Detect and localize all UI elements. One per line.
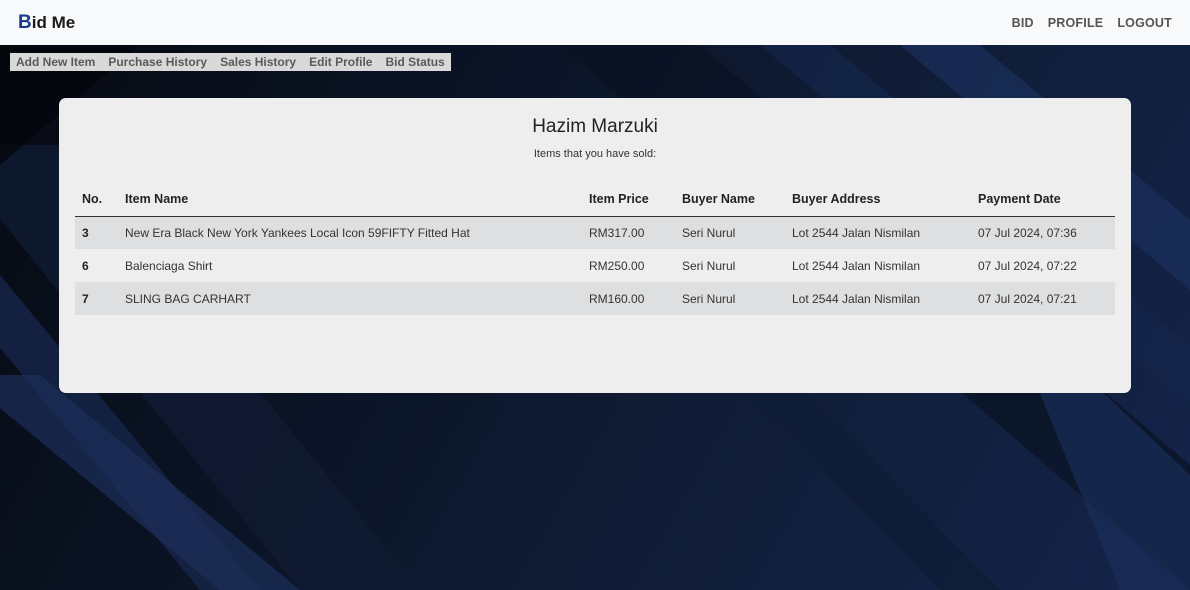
header-payment-date: Payment Date: [971, 182, 1115, 217]
cell-no: 3: [75, 216, 118, 249]
cell-item-name: Balenciaga Shirt: [118, 249, 582, 282]
header-no: No.: [75, 182, 118, 217]
cell-buyer-address: Lot 2544 Jalan Nismilan: [785, 282, 971, 315]
cell-item-name: New Era Black New York Yankees Local Ico…: [118, 216, 582, 249]
cell-item-price: RM250.00: [582, 249, 675, 282]
cell-item-price: RM160.00: [582, 282, 675, 315]
table-row: 7 SLING BAG CARHART RM160.00 Seri Nurul …: [75, 282, 1115, 315]
cell-buyer-name: Seri Nurul: [675, 249, 785, 282]
cell-no: 7: [75, 282, 118, 315]
nav-profile-link[interactable]: PROFILE: [1048, 16, 1104, 30]
header-item-name: Item Name: [118, 182, 582, 217]
submenu-sales-history[interactable]: Sales History: [220, 55, 296, 69]
table-header-row: No. Item Name Item Price Buyer Name Buye…: [75, 182, 1115, 217]
top-navbar: B id Me BID PROFILE LOGOUT: [0, 0, 1190, 45]
brand-name: id Me: [31, 12, 76, 32]
sales-history-card: Hazim Marzuki Items that you have sold: …: [59, 98, 1131, 393]
submenu-edit-profile[interactable]: Edit Profile: [309, 55, 372, 69]
cell-payment-date: 07 Jul 2024, 07:22: [971, 249, 1115, 282]
cell-payment-date: 07 Jul 2024, 07:21: [971, 282, 1115, 315]
nav-bid-link[interactable]: BID: [1012, 16, 1034, 30]
header-buyer-address: Buyer Address: [785, 182, 971, 217]
cell-payment-date: 07 Jul 2024, 07:36: [971, 216, 1115, 249]
cell-buyer-name: Seri Nurul: [675, 282, 785, 315]
top-nav: BID PROFILE LOGOUT: [1012, 16, 1172, 30]
sales-table: No. Item Name Item Price Buyer Name Buye…: [75, 182, 1115, 315]
cell-no: 6: [75, 249, 118, 282]
brand-initial: B: [18, 11, 32, 33]
submenu-purchase-history[interactable]: Purchase History: [108, 55, 207, 69]
header-item-price: Item Price: [582, 182, 675, 217]
cell-buyer-address: Lot 2544 Jalan Nismilan: [785, 216, 971, 249]
table-row: 3 New Era Black New York Yankees Local I…: [75, 216, 1115, 249]
profile-submenu: Add New Item Purchase History Sales Hist…: [10, 53, 451, 71]
cell-item-price: RM317.00: [582, 216, 675, 249]
submenu-bid-status[interactable]: Bid Status: [385, 55, 444, 69]
cell-item-name: SLING BAG CARHART: [118, 282, 582, 315]
header-buyer-name: Buyer Name: [675, 182, 785, 217]
user-name-title: Hazim Marzuki: [532, 116, 658, 137]
cell-buyer-name: Seri Nurul: [675, 216, 785, 249]
nav-logout-link[interactable]: LOGOUT: [1117, 16, 1172, 30]
table-row: 6 Balenciaga Shirt RM250.00 Seri Nurul L…: [75, 249, 1115, 282]
cell-buyer-address: Lot 2544 Jalan Nismilan: [785, 249, 971, 282]
sold-items-subtitle: Items that you have sold:: [533, 148, 657, 160]
brand-logo[interactable]: B id Me: [18, 12, 75, 34]
submenu-add-new-item[interactable]: Add New Item: [16, 55, 95, 69]
